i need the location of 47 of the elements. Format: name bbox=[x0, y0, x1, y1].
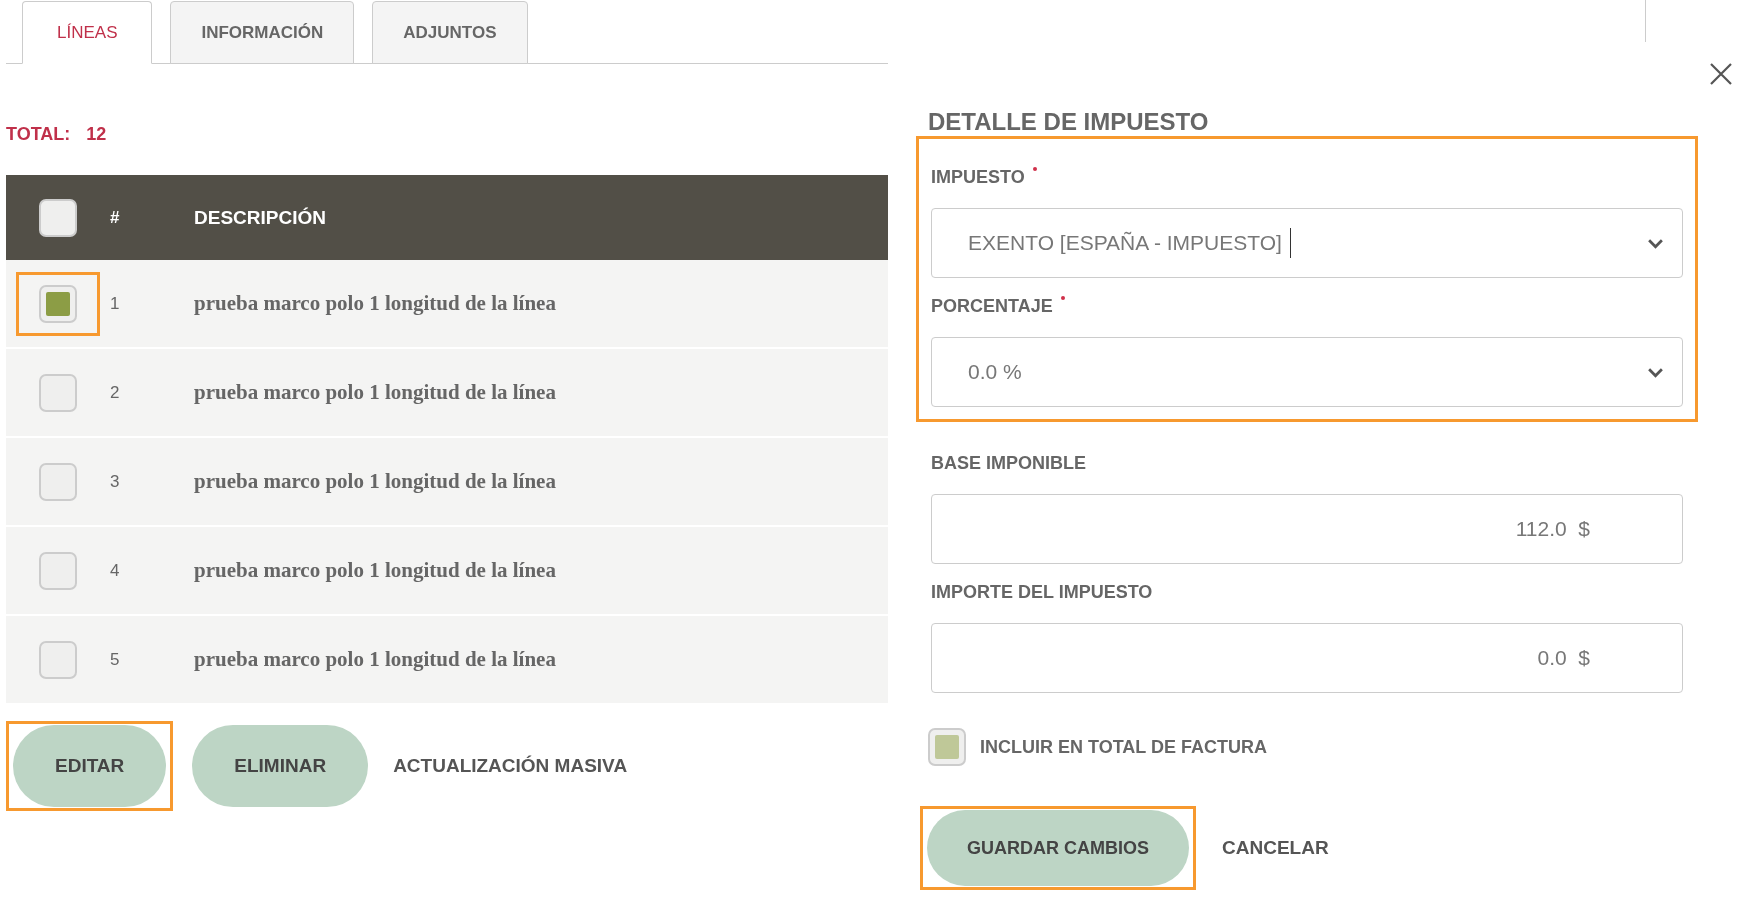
checkbox[interactable] bbox=[39, 462, 77, 501]
action-button[interactable]: EDITAR bbox=[13, 725, 167, 807]
tab[interactable]: LÍNEAS bbox=[22, 1, 153, 64]
table-row[interactable]: 1 prueba marco polo 1 longitud de la línea bbox=[6, 260, 888, 349]
table-cell-text: prueba marco polo 1 longitud de la línea bbox=[194, 647, 557, 672]
row-number: 1 bbox=[110, 293, 121, 314]
field-label: IMPORTE DEL IMPUESTO bbox=[931, 582, 1153, 603]
table-row[interactable]: 5 prueba marco polo 1 longitud de la línea bbox=[6, 616, 888, 705]
chevron-down-icon bbox=[1647, 237, 1664, 249]
tab[interactable]: ADJUNTOS bbox=[372, 1, 528, 64]
select-field[interactable]: EXENTO [ESPAÑA - IMPUESTO] bbox=[931, 208, 1683, 278]
chevron-down-icon bbox=[1647, 366, 1664, 378]
checkbox[interactable] bbox=[39, 551, 77, 590]
table-cell-text: prueba marco polo 1 longitud de la línea bbox=[194, 380, 557, 405]
table-row[interactable]: 3 prueba marco polo 1 longitud de la línea bbox=[6, 438, 888, 527]
table-row[interactable]: 4 prueba marco polo 1 longitud de la línea bbox=[6, 527, 888, 616]
checkbox[interactable] bbox=[39, 640, 77, 679]
action-button[interactable]: ELIMINAR bbox=[192, 725, 369, 807]
tab[interactable]: INFORMACIÓN bbox=[170, 1, 355, 64]
total-label: TOTAL: bbox=[6, 124, 71, 145]
cancel-link[interactable]: CANCELAR bbox=[1216, 837, 1335, 859]
save-button[interactable]: GUARDAR CAMBIOS bbox=[927, 810, 1189, 886]
close-icon[interactable] bbox=[1709, 62, 1733, 86]
field-label: BASE IMPONIBLE bbox=[931, 453, 1086, 474]
checkbox[interactable] bbox=[39, 198, 77, 237]
row-number: 3 bbox=[110, 471, 121, 492]
table-cell-text: prueba marco polo 1 longitud de la línea bbox=[194, 469, 557, 494]
row-number: 2 bbox=[110, 382, 121, 403]
table-row[interactable]: 2 prueba marco polo 1 longitud de la línea bbox=[6, 349, 888, 438]
field-label: PORCENTAJE bbox=[931, 296, 1053, 317]
column-header: # bbox=[110, 207, 121, 228]
table-cell-text: prueba marco polo 1 longitud de la línea bbox=[194, 291, 557, 316]
select-field[interactable]: 0.0 % bbox=[931, 337, 1683, 407]
row-number: 5 bbox=[110, 649, 121, 670]
table-cell-text: prueba marco polo 1 longitud de la línea bbox=[194, 558, 557, 583]
input-field[interactable]: 0.0 $ bbox=[931, 623, 1683, 693]
column-header: DESCRIPCIÓN bbox=[194, 206, 327, 229]
input-field[interactable]: 112.0 $ bbox=[931, 494, 1683, 564]
row-number: 4 bbox=[110, 560, 121, 581]
checkbox-label: INCLUIR EN TOTAL DE FACTURA bbox=[980, 736, 1267, 758]
checkbox[interactable] bbox=[39, 373, 77, 412]
panel-title: DETALLE DE IMPUESTO bbox=[928, 108, 1210, 136]
field-label: IMPUESTO bbox=[931, 167, 1025, 188]
checkbox[interactable] bbox=[928, 728, 966, 766]
checkbox[interactable] bbox=[39, 284, 77, 323]
action-link[interactable]: ACTUALIZACIÓN MASIVA bbox=[387, 755, 634, 777]
total-value: 12 bbox=[86, 124, 107, 145]
